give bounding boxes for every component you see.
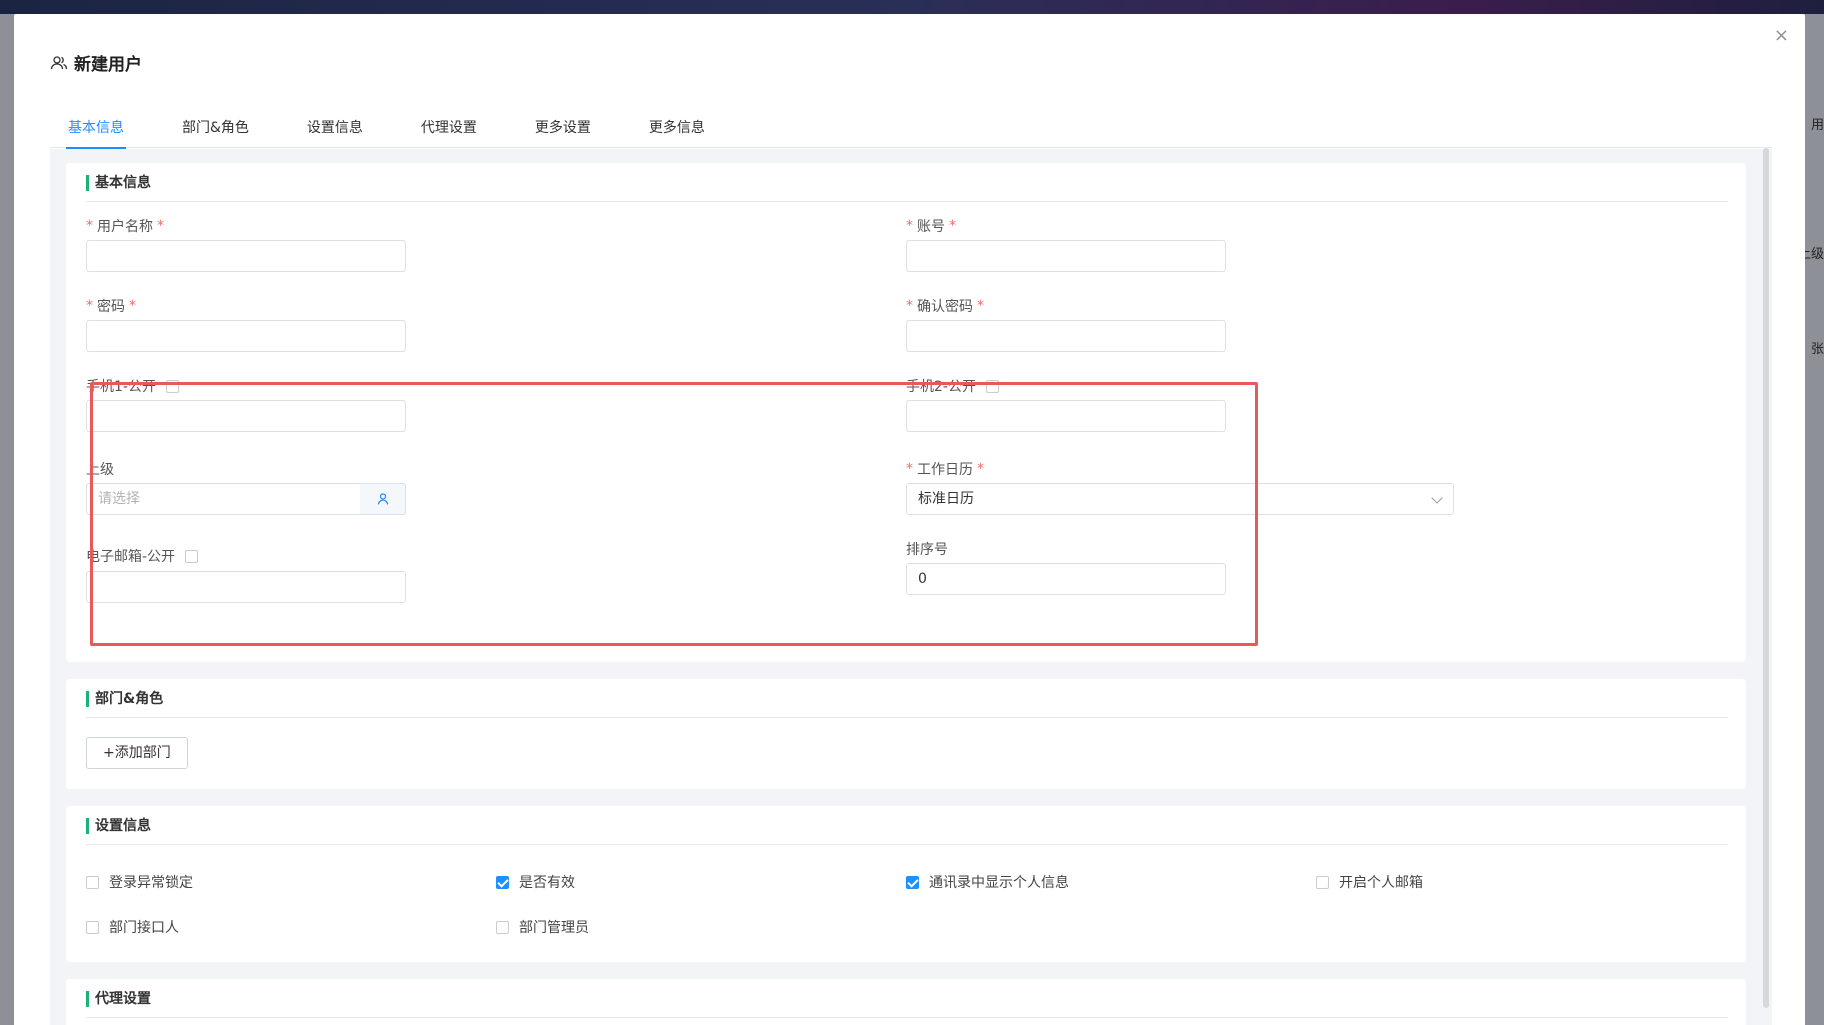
calendar-select[interactable]: 标准日历 xyxy=(906,483,1454,515)
superior-picker-button[interactable] xyxy=(360,483,406,515)
confirm-password-input[interactable] xyxy=(906,320,1226,352)
divider xyxy=(86,844,1728,845)
tab-more-info[interactable]: 更多信息 xyxy=(647,108,707,148)
option-personal-mailbox[interactable]: 开启个人邮箱 xyxy=(1316,872,1423,892)
checkbox-checked[interactable] xyxy=(906,875,919,889)
calendar-label: * 工作日历 * xyxy=(906,461,984,478)
tab-basic-info[interactable]: 基本信息 xyxy=(66,108,126,149)
phone2-public-checkbox[interactable] xyxy=(985,379,999,393)
checkbox[interactable] xyxy=(496,920,509,934)
option-dept-admin[interactable]: 部门管理员 xyxy=(496,917,589,937)
phone2-label: 手机2-公开 xyxy=(906,376,999,396)
dept-role-card: 部门&角色 +添加部门 xyxy=(66,679,1746,789)
account-label: * 账号 * xyxy=(906,218,956,235)
phone1-label: 手机1-公开 xyxy=(86,376,179,396)
divider xyxy=(86,1017,1728,1018)
close-icon[interactable]: × xyxy=(1774,26,1789,46)
checkbox[interactable] xyxy=(86,920,99,934)
background-header xyxy=(0,0,1824,14)
phone1-input[interactable] xyxy=(86,400,406,432)
checkbox[interactable] xyxy=(86,875,99,889)
checkbox[interactable] xyxy=(1316,875,1329,889)
divider xyxy=(86,201,1728,202)
section-title: 设置信息 xyxy=(86,818,151,834)
option-dept-contact[interactable]: 部门接口人 xyxy=(86,917,179,937)
tab-settings[interactable]: 设置信息 xyxy=(305,108,365,148)
phone2-input[interactable] xyxy=(906,400,1226,432)
basic-info-card: 基本信息 * 用户名称 * * 账号 * * 密码 * * 确认密码 * 手机1-公开 xyxy=(66,163,1746,662)
password-input[interactable] xyxy=(86,320,406,352)
email-label: 电子邮箱-公开 xyxy=(86,546,199,566)
email-input[interactable] xyxy=(86,571,406,603)
tab-proxy[interactable]: 代理设置 xyxy=(419,108,479,148)
checkbox-checked[interactable] xyxy=(496,875,509,889)
phone1-public-checkbox[interactable] xyxy=(165,379,179,393)
tab-dept-role[interactable]: 部门&角色 xyxy=(180,108,251,148)
dialog-title-text: 新建用户 xyxy=(74,55,142,75)
superior-label: 上级 xyxy=(86,462,114,478)
add-department-button[interactable]: +添加部门 xyxy=(86,737,188,769)
background-text: 张 xyxy=(1810,342,1824,357)
section-title: 部门&角色 xyxy=(86,691,163,707)
section-title: 代理设置 xyxy=(86,991,151,1007)
tab-bar: 基本信息 部门&角色 设置信息 代理设置 更多设置 更多信息 xyxy=(50,108,1772,149)
account-input[interactable] xyxy=(906,240,1226,272)
option-is-valid[interactable]: 是否有效 xyxy=(496,872,575,892)
option-login-lock[interactable]: 登录异常锁定 xyxy=(86,872,193,892)
calendar-selected-value: 标准日历 xyxy=(918,491,974,507)
option-show-in-directory[interactable]: 通讯录中显示个人信息 xyxy=(906,872,1069,892)
chevron-down-icon xyxy=(1431,492,1443,504)
sort-input[interactable]: 0 xyxy=(906,563,1226,595)
settings-card: 设置信息 登录异常锁定 是否有效 通讯录中显示个人信息 开启个人邮箱 部门接口人… xyxy=(66,806,1746,962)
user-icon xyxy=(377,493,388,505)
password-label: * 密码 * xyxy=(86,298,136,315)
section-title: 基本信息 xyxy=(86,175,151,191)
dialog-title: 新建用户 xyxy=(50,50,142,75)
sort-label: 排序号 xyxy=(906,542,948,558)
background-text: 用 xyxy=(1810,118,1824,133)
proxy-card: 代理设置 xyxy=(66,979,1746,1025)
username-input[interactable] xyxy=(86,240,406,272)
email-public-checkbox[interactable] xyxy=(185,549,199,563)
superior-input[interactable]: 请选择 xyxy=(86,483,361,515)
form-content: 基本信息 * 用户名称 * * 账号 * * 密码 * * 确认密码 * 手机1-公开 xyxy=(50,149,1772,1025)
divider xyxy=(86,717,1728,718)
confirm-password-label: * 确认密码 * xyxy=(906,298,984,315)
username-label: * 用户名称 * xyxy=(86,218,164,235)
user-group-icon xyxy=(50,55,68,69)
new-user-dialog: × 新建用户 基本信息 部门&角色 设置信息 代理设置 更多设置 更多信息 基本… xyxy=(14,14,1805,1025)
scrollbar[interactable] xyxy=(1763,148,1769,1008)
tab-more-settings[interactable]: 更多设置 xyxy=(533,108,593,148)
